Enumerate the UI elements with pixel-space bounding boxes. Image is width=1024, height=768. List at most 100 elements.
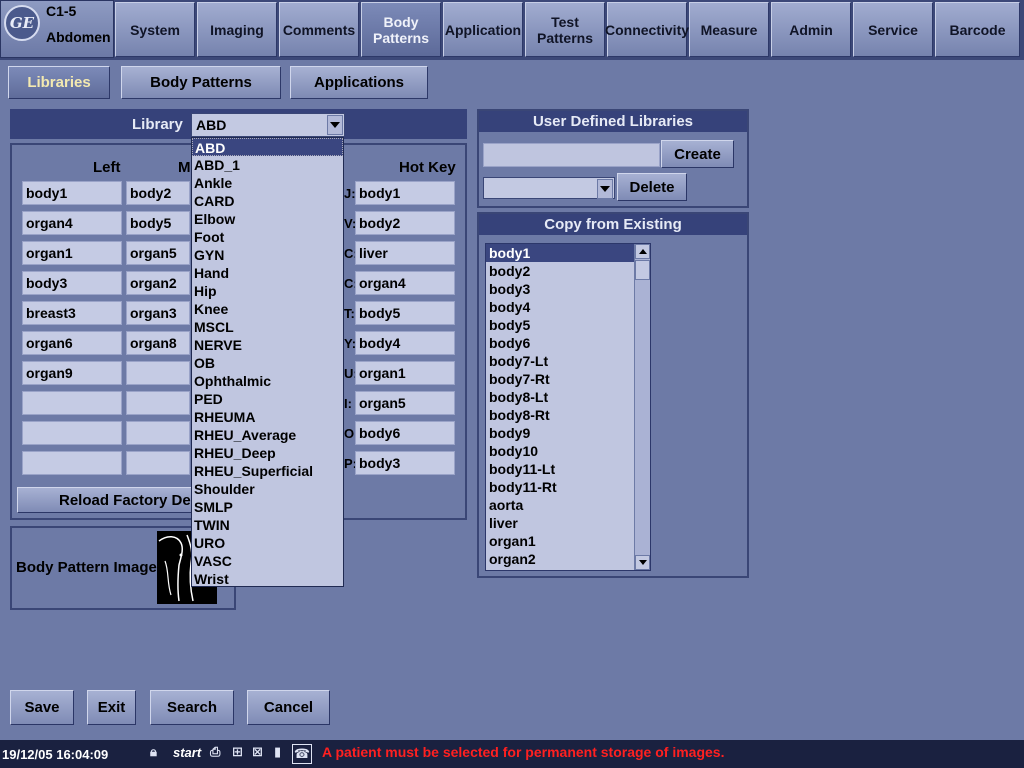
library-option[interactable]: NERVE: [192, 336, 343, 354]
library-select[interactable]: ABD: [191, 113, 345, 137]
list-item[interactable]: aorta: [486, 496, 634, 514]
scrollbar-thumb[interactable]: [635, 260, 650, 280]
tab-body-patterns[interactable]: Body Patterns: [361, 2, 441, 57]
list-item[interactable]: body5: [486, 316, 634, 334]
library-option[interactable]: Knee: [192, 300, 343, 318]
tab-service[interactable]: Service: [853, 2, 933, 57]
left-field[interactable]: organ4: [22, 211, 122, 235]
left-field[interactable]: [22, 421, 122, 445]
hotkey-field[interactable]: body6: [355, 421, 455, 445]
library-dropdown-list[interactable]: ABD ABD_1 Ankle CARD Elbow Foot GYN Hand…: [191, 137, 344, 587]
left-field[interactable]: breast3: [22, 301, 122, 325]
middle-field[interactable]: body2: [126, 181, 190, 205]
list-item[interactable]: organ1: [486, 532, 634, 550]
cancel-button[interactable]: Cancel: [247, 690, 330, 725]
subtab-libraries[interactable]: Libraries: [8, 66, 110, 99]
middle-field[interactable]: [126, 451, 190, 475]
create-button[interactable]: Create: [661, 140, 734, 168]
tab-system[interactable]: System: [115, 2, 195, 57]
library-option[interactable]: RHEU_Deep: [192, 444, 343, 462]
list-item[interactable]: body2: [486, 262, 634, 280]
library-option[interactable]: VASC: [192, 552, 343, 570]
new-library-name-input[interactable]: [483, 143, 660, 167]
library-option[interactable]: RHEU_Average: [192, 426, 343, 444]
left-field[interactable]: organ1: [22, 241, 122, 265]
chevron-down-icon[interactable]: [327, 115, 343, 135]
tab-admin[interactable]: Admin: [771, 2, 851, 57]
middle-field[interactable]: [126, 421, 190, 445]
list-item[interactable]: body7-Rt: [486, 370, 634, 388]
hotkey-field[interactable]: body4: [355, 331, 455, 355]
library-option[interactable]: RHEUMA: [192, 408, 343, 426]
tab-barcode[interactable]: Barcode: [935, 2, 1020, 57]
exit-button[interactable]: Exit: [87, 690, 136, 725]
scroll-up-icon[interactable]: [635, 244, 650, 259]
hotkey-field[interactable]: body3: [355, 451, 455, 475]
subtab-applications[interactable]: Applications: [290, 66, 428, 99]
left-field[interactable]: body3: [22, 271, 122, 295]
delete-button[interactable]: Delete: [617, 173, 687, 201]
middle-field[interactable]: body5: [126, 211, 190, 235]
left-field[interactable]: [22, 391, 122, 415]
hotkey-field[interactable]: liver: [355, 241, 455, 265]
existing-list-scrollbar[interactable]: [634, 244, 650, 570]
library-option[interactable]: RHEU_Superficial: [192, 462, 343, 480]
library-option[interactable]: OB: [192, 354, 343, 372]
left-field[interactable]: organ6: [22, 331, 122, 355]
library-option[interactable]: Wrist: [192, 570, 343, 588]
hotkey-field[interactable]: body2: [355, 211, 455, 235]
middle-field[interactable]: organ2: [126, 271, 190, 295]
library-option[interactable]: MSCL: [192, 318, 343, 336]
library-option[interactable]: PED: [192, 390, 343, 408]
library-option[interactable]: Hip: [192, 282, 343, 300]
tab-imaging[interactable]: Imaging: [197, 2, 277, 57]
list-item[interactable]: body11-Rt: [486, 478, 634, 496]
list-item[interactable]: liver: [486, 514, 634, 532]
list-item[interactable]: body8-Rt: [486, 406, 634, 424]
hotkey-field[interactable]: organ1: [355, 361, 455, 385]
existing-patterns-list[interactable]: body1 body2 body3 body4 body5 body6 body…: [485, 243, 651, 571]
library-option[interactable]: CARD: [192, 192, 343, 210]
library-option[interactable]: SMLP: [192, 498, 343, 516]
library-option[interactable]: ABD: [192, 138, 343, 156]
list-item[interactable]: body3: [486, 280, 634, 298]
hotkey-field[interactable]: organ5: [355, 391, 455, 415]
list-item[interactable]: body4: [486, 298, 634, 316]
hotkey-field[interactable]: body1: [355, 181, 455, 205]
subtab-body-patterns[interactable]: Body Patterns: [121, 66, 281, 99]
tab-application[interactable]: Application: [443, 2, 523, 57]
list-item[interactable]: body10: [486, 442, 634, 460]
left-field[interactable]: [22, 451, 122, 475]
hotkey-field[interactable]: body5: [355, 301, 455, 325]
hotkey-field[interactable]: organ4: [355, 271, 455, 295]
tab-test-patterns[interactable]: Test Patterns: [525, 2, 605, 57]
library-option[interactable]: Hand: [192, 264, 343, 282]
library-option[interactable]: GYN: [192, 246, 343, 264]
library-option[interactable]: ABD_1: [192, 156, 343, 174]
reload-factory-defaults-button[interactable]: Reload Factory De: [17, 487, 197, 513]
middle-field[interactable]: organ5: [126, 241, 190, 265]
middle-field[interactable]: organ3: [126, 301, 190, 325]
search-button[interactable]: Search: [150, 690, 234, 725]
tab-comments[interactable]: Comments: [279, 2, 359, 57]
library-option[interactable]: Ankle: [192, 174, 343, 192]
scroll-down-icon[interactable]: [635, 555, 650, 570]
start-button[interactable]: start: [173, 745, 201, 760]
middle-field[interactable]: [126, 361, 190, 385]
save-button[interactable]: Save: [10, 690, 74, 725]
left-field[interactable]: body1: [22, 181, 122, 205]
library-option[interactable]: TWIN: [192, 516, 343, 534]
library-option[interactable]: URO: [192, 534, 343, 552]
middle-field[interactable]: [126, 391, 190, 415]
tab-measure[interactable]: Measure: [689, 2, 769, 57]
user-library-select[interactable]: [483, 177, 615, 199]
library-option[interactable]: Elbow: [192, 210, 343, 228]
library-option[interactable]: Foot: [192, 228, 343, 246]
list-item[interactable]: body8-Lt: [486, 388, 634, 406]
tab-connectivity[interactable]: Connectivity: [605, 2, 689, 57]
list-item[interactable]: body9: [486, 424, 634, 442]
left-field[interactable]: organ9: [22, 361, 122, 385]
middle-field[interactable]: organ8: [126, 331, 190, 355]
list-item[interactable]: body7-Lt: [486, 352, 634, 370]
list-item[interactable]: body1: [486, 244, 634, 262]
